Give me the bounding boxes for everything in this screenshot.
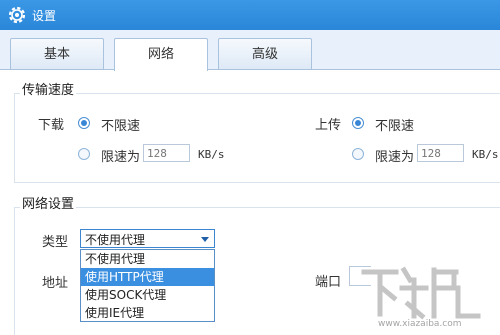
download-label: 下载 [38, 118, 65, 133]
upload-limit-radio[interactable] [352, 148, 364, 160]
download-limit-input[interactable] [143, 144, 190, 162]
proxy-option-http[interactable]: 使用HTTP代理 [81, 268, 214, 286]
download-limit-radio[interactable] [78, 148, 90, 160]
tab-advanced[interactable]: 高级 [218, 38, 312, 70]
proxy-option-ie[interactable]: 使用IE代理 [81, 304, 214, 322]
port-label: 端口 [315, 275, 342, 290]
download-unlimited-label[interactable]: 不限速 [101, 115, 140, 134]
tab-network[interactable]: 网络 [114, 38, 208, 71]
download-limit-label[interactable]: 限速为 [101, 146, 140, 165]
download-unlimited-radio[interactable] [78, 117, 90, 129]
upload-limit-input[interactable] [417, 144, 464, 162]
address-label: 地址 [42, 276, 69, 291]
title-bar: 设置 [0, 0, 500, 30]
chevron-down-icon[interactable] [201, 237, 209, 242]
upload-limit-label[interactable]: 限速为 [375, 146, 414, 165]
watermark-logo: www.xiazaiba.com [361, 266, 481, 328]
proxy-type-value: 不使用代理 [85, 233, 146, 247]
gear-icon [8, 6, 26, 24]
transfer-speed-title: 传输速度 [20, 79, 77, 98]
upload-unlimited-radio[interactable] [352, 117, 364, 129]
proxy-type-select[interactable]: 不使用代理 [80, 229, 215, 248]
window-title: 设置 [32, 9, 57, 23]
network-settings-title: 网络设置 [20, 193, 77, 212]
tab-bar: 基本 网络 高级 [0, 38, 500, 71]
upload-unit: KB/s [472, 148, 499, 161]
proxy-option-sock[interactable]: 使用SOCK代理 [81, 286, 214, 304]
upload-label: 上传 [315, 118, 342, 133]
tab-basic[interactable]: 基本 [10, 38, 104, 70]
proxy-option-none[interactable]: 不使用代理 [81, 250, 214, 268]
transfer-speed-group [14, 93, 500, 183]
type-label: 类型 [42, 235, 69, 250]
upload-unlimited-label[interactable]: 不限速 [375, 115, 414, 134]
proxy-type-dropdown: 不使用代理 使用HTTP代理 使用SOCK代理 使用IE代理 [80, 249, 215, 322]
download-unit: KB/s [198, 148, 225, 161]
watermark-url: www.xiazaiba.com [378, 319, 462, 328]
